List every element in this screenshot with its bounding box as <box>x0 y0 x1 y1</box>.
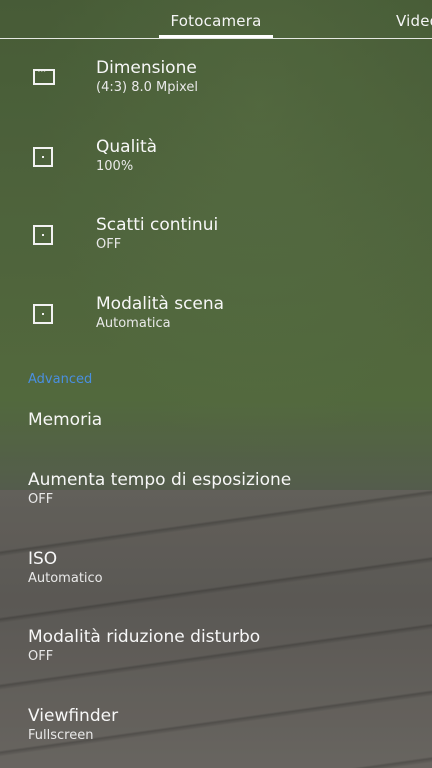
setting-riduzione-disturbo[interactable]: Modalità riduzione disturbo OFF <box>0 617 432 679</box>
scene-mode-icon <box>33 304 53 324</box>
setting-value: 100% <box>96 159 134 174</box>
setting-scatti-continui[interactable]: Scatti continui OFF <box>0 205 432 275</box>
setting-modalita-scena[interactable]: Modalità scena Automatica <box>0 284 432 354</box>
setting-value: Automatica <box>96 316 171 331</box>
setting-memoria[interactable]: Memoria <box>0 400 432 450</box>
tab-bar: Fotocamera Video <box>0 0 432 39</box>
setting-qualita[interactable]: Qualità 100% <box>0 127 432 197</box>
setting-viewfinder[interactable]: Viewfinder Fullscreen <box>0 696 432 758</box>
active-tab-indicator <box>159 35 273 38</box>
setting-value: Fullscreen <box>28 728 94 743</box>
aspect-ratio-icon <box>33 65 55 85</box>
tab-fotocamera[interactable]: Fotocamera <box>159 12 273 30</box>
setting-aumenta-esposizione[interactable]: Aumenta tempo di esposizione OFF <box>0 460 432 522</box>
setting-title: Aumenta tempo di esposizione <box>28 470 292 490</box>
section-header-advanced: Advanced <box>28 372 93 387</box>
setting-title: Viewfinder <box>28 706 119 726</box>
setting-title: Scatti continui <box>96 215 219 235</box>
setting-iso[interactable]: ISO Automatico <box>0 539 432 601</box>
setting-value: OFF <box>28 492 54 507</box>
setting-title: Dimensione <box>96 58 197 78</box>
burst-icon <box>33 225 53 245</box>
setting-value: OFF <box>28 649 54 664</box>
setting-dimensione[interactable]: Dimensione (4:3) 8.0 Mpixel <box>0 48 432 118</box>
quality-icon <box>33 147 53 167</box>
setting-title: Memoria <box>28 410 103 430</box>
setting-title: Modalità scena <box>96 294 225 314</box>
setting-value: Automatico <box>28 571 103 586</box>
setting-title: Qualità <box>96 137 158 157</box>
setting-value: (4:3) 8.0 Mpixel <box>96 80 198 95</box>
tab-video[interactable]: Video <box>396 12 432 30</box>
setting-title: Modalità riduzione disturbo <box>28 627 261 647</box>
setting-value: OFF <box>96 237 122 252</box>
setting-title: ISO <box>28 549 58 569</box>
